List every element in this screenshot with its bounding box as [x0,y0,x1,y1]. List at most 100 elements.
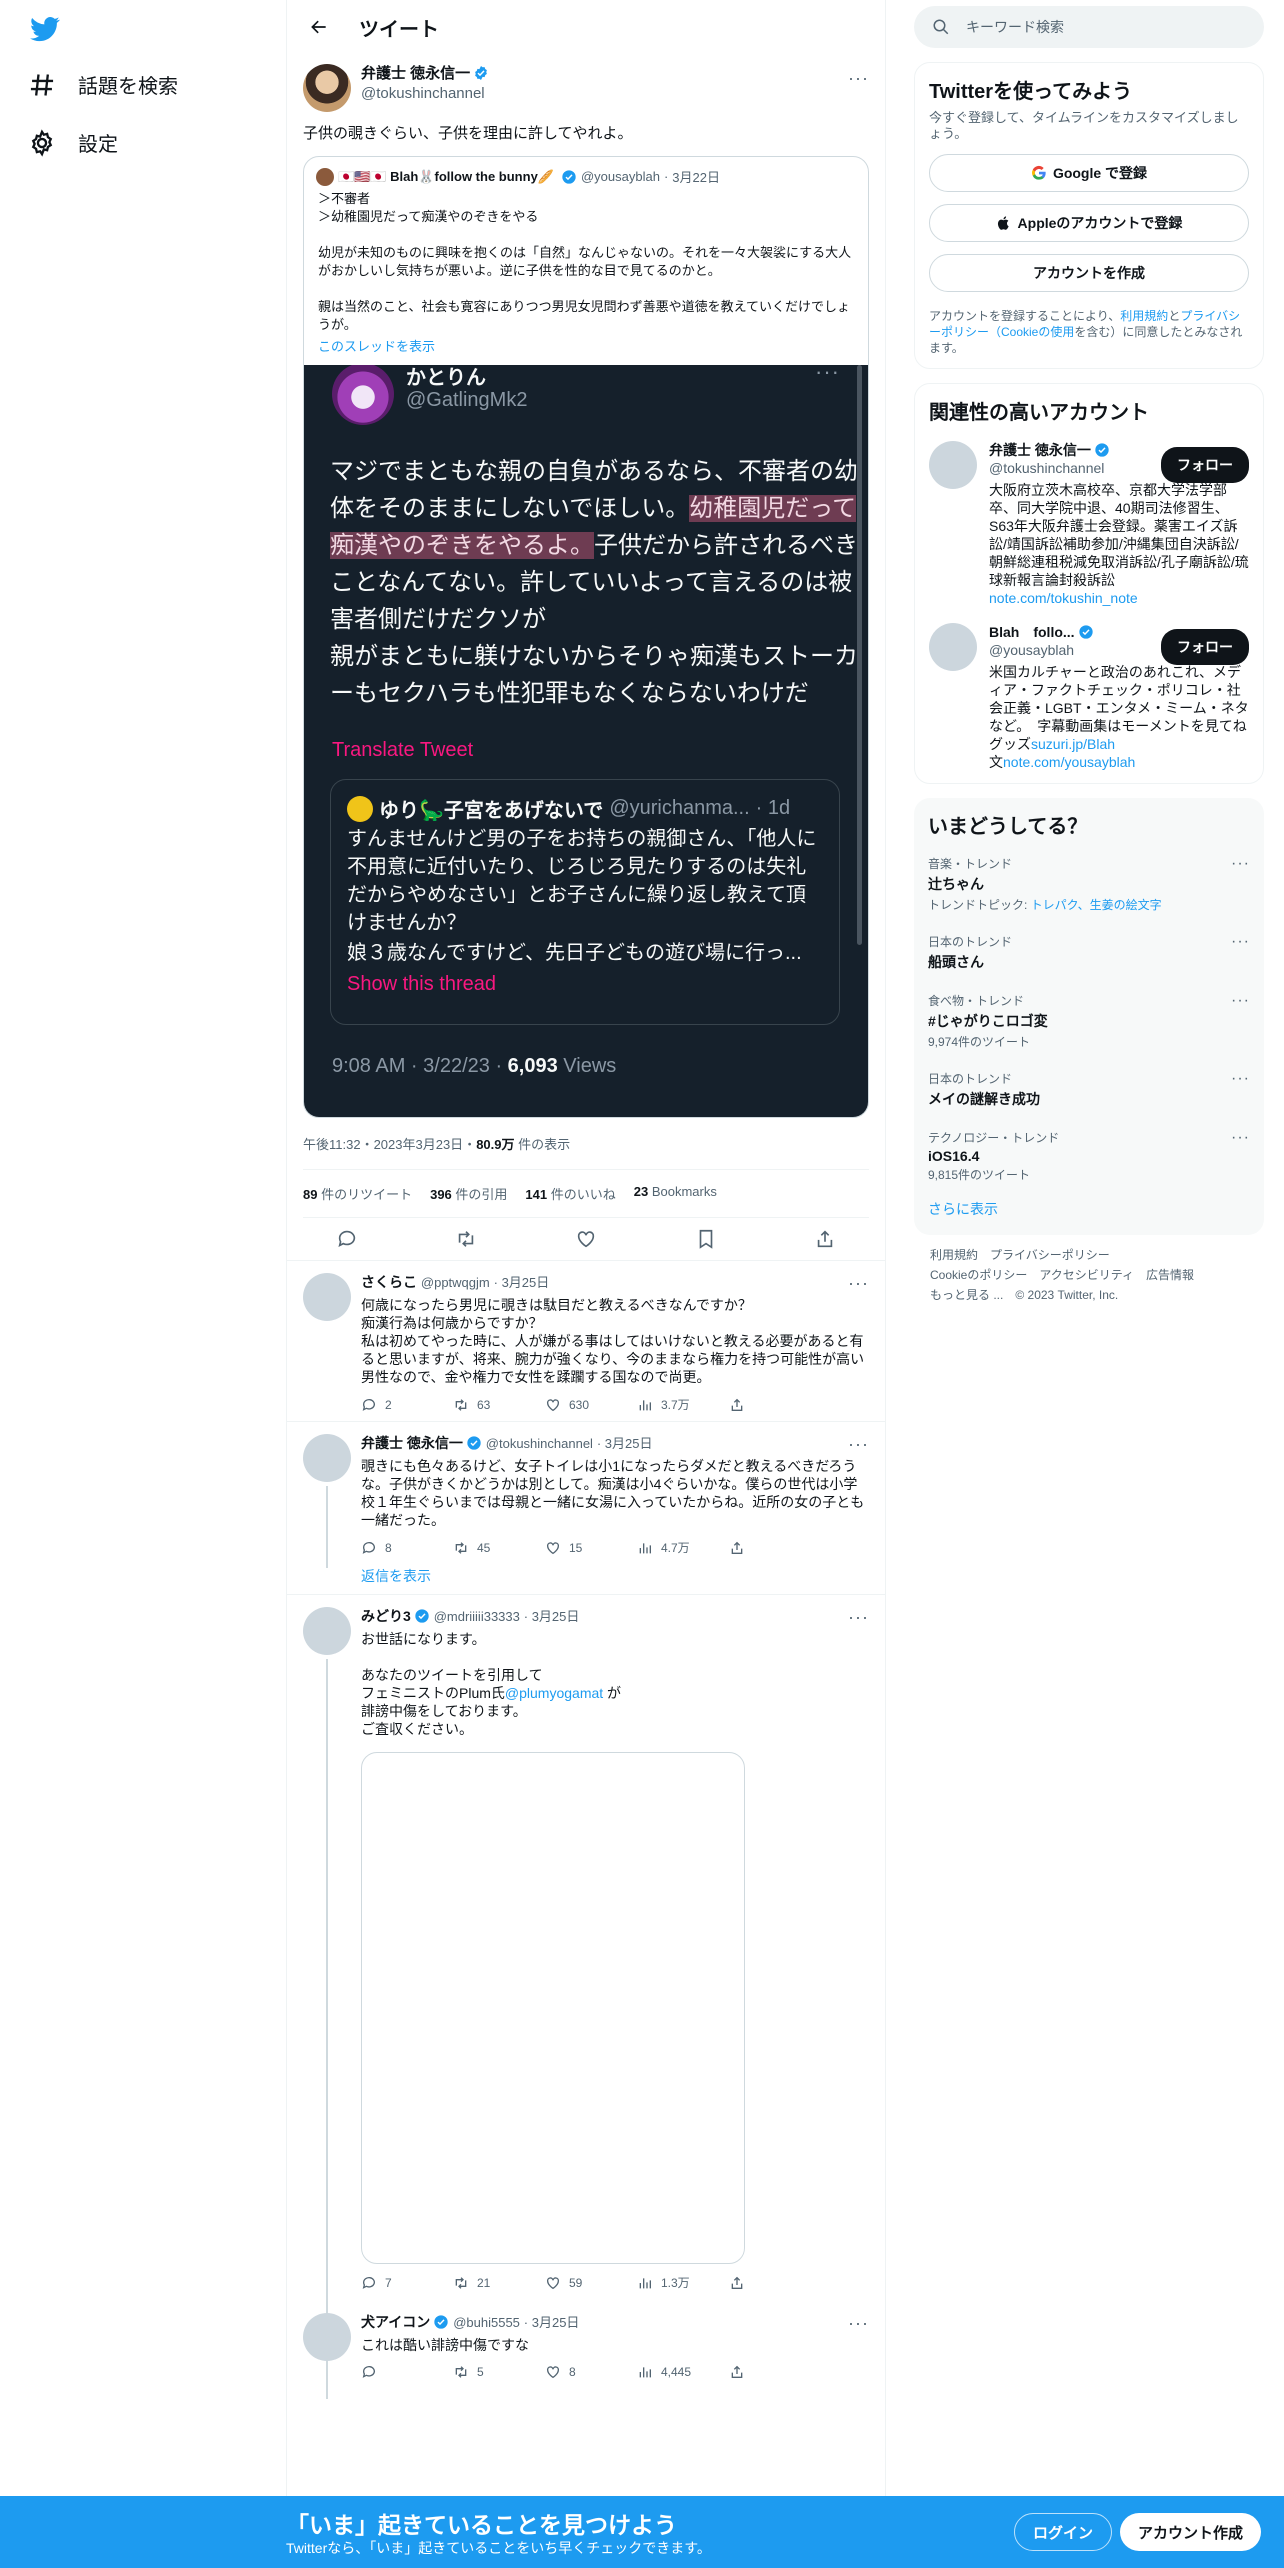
avatar[interactable] [303,1434,351,1482]
terms-link[interactable]: 利用規約 [1120,309,1168,323]
bookmark-count[interactable]: 23 Bookmarks [634,1184,717,1203]
reply-tweet[interactable]: 犬アイコン @buhi5555 · 3月25日 これは酷い誹謗中傷ですな 5 8… [287,2301,885,2388]
account-link[interactable]: suzuri.jp/Blah [1031,736,1115,752]
create-account-button[interactable]: アカウントを作成 [929,254,1249,292]
more-options-icon[interactable]: ··· [1231,992,1250,1010]
author-display-name[interactable]: 弁護士 徳永信一 [361,65,470,82]
avatar[interactable] [303,1607,351,1655]
like-button[interactable]: 8 [545,2364,637,2380]
reply-button[interactable]: 2 [361,1396,453,1413]
reply-handle[interactable]: @pptwqgjm [421,1275,490,1290]
reply-tweet[interactable]: さくらこ @pptwqgjm · 3月25日 何歳になったら男児に覗きは駄目だと… [287,1261,885,1422]
footer-more-link[interactable]: もっと見る ... [930,1288,1003,1302]
reply-icon[interactable] [336,1228,358,1250]
show-replies-link[interactable]: 返信を表示 [287,1562,885,1595]
login-button[interactable]: ログイン [1014,2513,1113,2551]
follow-button[interactable]: フォロー [1161,447,1249,483]
retweet-button[interactable]: 45 [453,1539,545,1556]
more-options-icon[interactable]: ··· [1231,933,1250,951]
reply-button[interactable] [361,2364,453,2380]
more-options-icon[interactable]: ··· [1231,1070,1250,1088]
quoted-tweet[interactable]: 🇯🇵🇺🇸🇯🇵 Blah🐰follow the bunny🥖 @yousaybla… [303,156,869,1118]
reply-display-name[interactable]: みどり3 [361,1608,411,1624]
retweet-button[interactable]: 21 [453,2274,545,2291]
google-signup-button[interactable]: Google で登録 [929,154,1249,192]
like-button[interactable]: 630 [545,1396,637,1413]
apple-signup-button[interactable]: Appleのアカウントで登録 [929,204,1249,242]
reply-date[interactable]: · 3月25日 [524,1609,580,1624]
trend-item[interactable]: 音楽・トレンド 辻ちゃん トレンドトピック: トレパク、生姜の絵文字 ··· [928,845,1250,923]
footer-link[interactable]: プライバシーポリシー [990,1248,1110,1262]
footer-link[interactable]: 利用規約 [930,1248,978,1262]
trend-item[interactable]: 日本のトレンド メイの謎解き成功 ··· [928,1060,1250,1119]
show-thread-link[interactable]: このスレッドを表示 [304,334,868,365]
timestamp-text[interactable]: 午後11:32・2023年3月23日・ [303,1137,476,1152]
reply-date[interactable]: · 3月25日 [494,1275,550,1290]
views-button[interactable]: 3.7万 [637,1396,729,1413]
like-button[interactable]: 59 [545,2274,637,2291]
account-name[interactable]: 弁護士 徳永信一 [989,442,1091,458]
more-options-icon[interactable]: ··· [848,1607,869,1628]
views-button[interactable]: 1.3万 [637,2274,729,2291]
reply-handle[interactable]: @mdriiiii33333 [434,1609,520,1624]
account-name[interactable]: Blah follo... [989,624,1075,640]
share-button[interactable] [729,1396,821,1413]
retweet-button[interactable]: 5 [453,2364,545,2380]
reply-tweet[interactable]: 弁護士 徳永信一 @tokushinchannel · 3月25日 覗きにも色々… [287,1422,885,1568]
reply-display-name[interactable]: さくらこ [361,1274,417,1290]
share-icon[interactable] [814,1228,836,1250]
like-count[interactable]: 141 件のいいね [525,1184,615,1203]
avatar[interactable] [929,623,977,671]
share-button[interactable] [729,2274,821,2291]
avatar[interactable] [303,2313,351,2361]
retweet-count[interactable]: 89 件のリツイート [303,1184,412,1203]
more-options-icon[interactable]: ··· [1231,855,1250,873]
show-more-link[interactable]: さらに表示 [928,1193,1250,1223]
trend-topic-link[interactable]: トレパク、生姜の絵文字 [1031,898,1162,912]
avatar[interactable] [929,441,977,489]
footer-link[interactable]: Cookieのポリシー [930,1268,1027,1282]
media-attachment[interactable] [361,1752,745,2264]
like-button[interactable]: 15 [545,1539,637,1556]
follow-button[interactable]: フォロー [1161,629,1249,665]
more-options-icon[interactable]: ··· [1231,1129,1250,1147]
twitter-logo-icon[interactable] [30,14,60,44]
avatar[interactable] [303,1273,351,1321]
reply-display-name[interactable]: 弁護士 徳永信一 [361,1435,463,1451]
retweet-button[interactable]: 63 [453,1396,545,1413]
footer-link[interactable]: 広告情報 [1146,1268,1194,1282]
account-link[interactable]: note.com/tokushin_note [989,590,1138,606]
reply-button[interactable]: 8 [361,1539,453,1556]
more-options-icon[interactable]: ··· [848,1273,869,1294]
bookmark-icon[interactable] [695,1228,717,1250]
avatar[interactable] [303,64,351,112]
reply-button[interactable]: 7 [361,2274,453,2291]
embedded-screenshot-image[interactable]: かとりん @GatlingMk2 ··· マジでまともな親の自負があるなら、不審… [304,365,868,1117]
back-arrow-icon[interactable] [303,11,335,43]
retweet-icon[interactable] [455,1228,477,1250]
trend-item[interactable]: テクノロジー・トレンド iOS16.4 9,815件のツイート ··· [928,1119,1250,1193]
quote-count[interactable]: 396 件の引用 [430,1184,507,1203]
share-button[interactable] [729,1539,821,1556]
search-input[interactable]: キーワード検索 [914,6,1264,48]
account-item[interactable]: 弁護士 徳永信一 @tokushinchannel 大阪府立茨木高校卒、京都大学… [929,441,1249,607]
reply-date[interactable]: · 3月25日 [597,1436,653,1451]
nav-settings[interactable]: 設定 [28,128,118,157]
reply-display-name[interactable]: 犬アイコン [361,2314,430,2330]
reply-tweet[interactable]: みどり3 @mdriiiii33333 · 3月25日 お世話になります。 あな… [287,1595,885,2399]
reply-date[interactable]: · 3月25日 [524,2315,580,2330]
mention-link[interactable]: @plumyogamat [505,1685,603,1701]
account-link[interactable]: note.com/yousayblah [1003,754,1135,770]
nav-explore[interactable]: 話題を検索 [28,70,178,99]
account-item[interactable]: Blah follo... @yousayblah 米国カルチャーと政治のあれこ… [929,623,1275,771]
trend-item[interactable]: 日本のトレンド 船頭さん ··· [928,923,1250,982]
more-options-icon[interactable]: ··· [848,2313,869,2334]
footer-link[interactable]: アクセシビリティ [1039,1268,1134,1282]
reply-handle[interactable]: @buhi5555 [453,2315,520,2330]
signup-button[interactable]: アカウント作成 [1120,2513,1262,2551]
views-button[interactable]: 4.7万 [637,1539,729,1556]
like-icon[interactable] [575,1228,597,1250]
reply-handle[interactable]: @tokushinchannel [486,1436,593,1451]
share-button[interactable] [729,2364,821,2380]
trend-item[interactable]: 食べ物・トレンド #じゃがりこロゴ変 9,974件のツイート ··· [928,982,1250,1060]
